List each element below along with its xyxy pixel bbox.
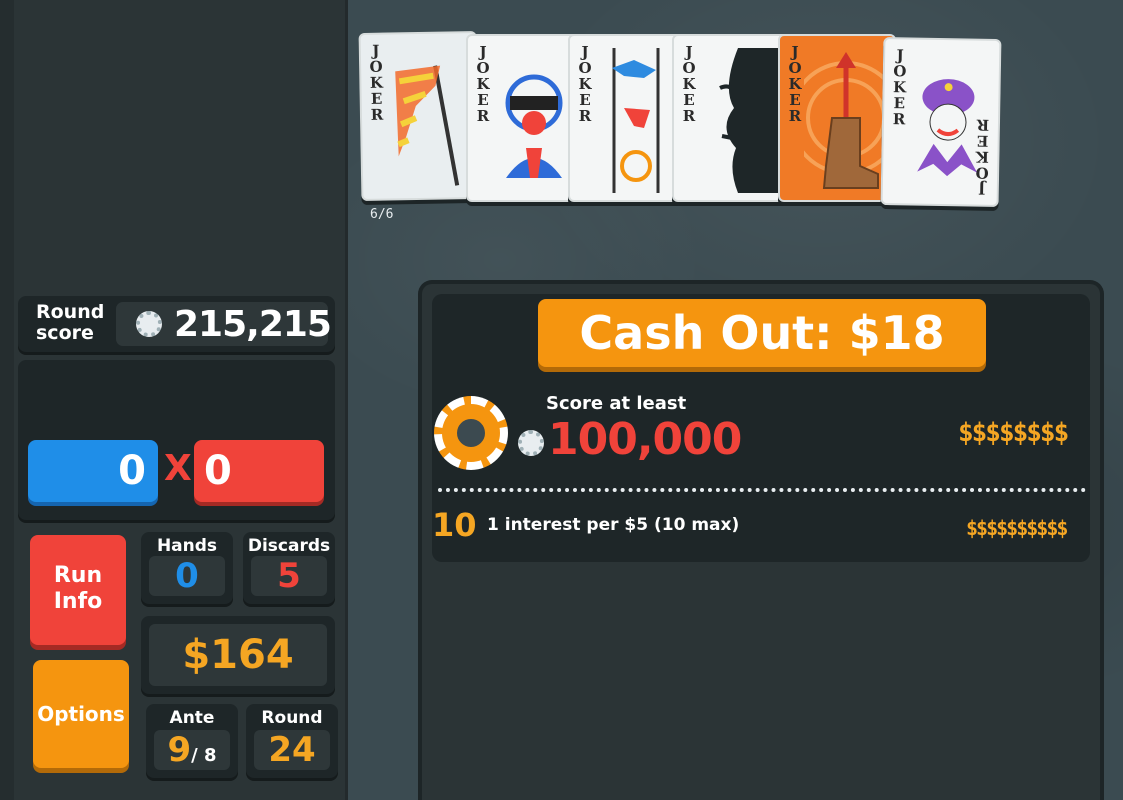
target-score-value: 100,000 [548,414,742,465]
chip-icon [518,430,544,456]
joker-card-windsock[interactable]: JOKER [358,30,480,202]
discards-panel: Discards 5 [243,532,335,604]
blind-emblem-icon [454,416,488,450]
cash-out-button[interactable]: Cash Out: $18 [538,299,986,367]
hands-panel: Hands 0 [141,532,233,604]
round-score-value-box: 215,215 [116,302,332,346]
options-button[interactable]: Options [33,660,129,768]
joker-slot-count: 6/6 [370,207,394,222]
boot-icon [804,52,884,189]
joker-label: JOKER [788,43,802,125]
ante-value-box: 9/ 8 [154,730,230,770]
money-value: $164 [149,624,327,686]
blind-reward: $$$$$$$$ [958,418,1069,448]
round-value: 24 [254,730,330,770]
blind-chip-icon [434,396,508,470]
ante-label: Ante [169,708,215,728]
mult-value: 0 [194,440,324,502]
joker-card-stuntman[interactable]: JOKER [466,34,584,202]
round-score-label: Round score [36,301,105,344]
hands-value: 0 [149,556,225,596]
multiply-icon: X [164,448,192,489]
joker-card-fortune-teller[interactable]: JOKER JOKER [880,36,1002,208]
discards-value: 5 [251,556,327,596]
round-score-panel: Round score 215,215 [18,296,335,352]
round-label: Round [261,708,323,728]
joker-row: JOKER JOKER JOKER JOKER JOKER JOKER JOKE… [358,30,1010,210]
joker-card-acrobat[interactable]: JOKER [568,34,686,202]
windsock-icon [395,65,460,186]
hands-label: Hands [156,536,218,556]
round-panel: Round 24 [246,704,338,778]
ante-value: 9 [167,730,192,770]
stuntman-icon [505,74,563,178]
score-at-least-label: Score at least [546,393,687,414]
money-panel: $164 [141,616,335,694]
interest-description: 1 interest per $5 (10 max) [487,515,740,535]
discards-label: Discards [247,536,331,556]
shadow-face-icon [719,48,778,193]
ante-max: / 8 [191,745,217,766]
divider [438,488,1086,492]
chip-icon [136,311,162,337]
joker-label: JOKER [578,43,592,125]
joker-card-shadow-face[interactable]: JOKER [672,34,790,202]
chips-value: 0 [28,440,158,502]
hand-score-panel: 0 X 0 [18,360,335,520]
round-score-value: 215,215 [174,304,332,345]
joker-label: JOKER [892,46,907,129]
joker-label: JOKER [369,41,384,124]
joker-label: JOKER [476,43,490,125]
interest-reward: $$$$$$$$$$ [966,516,1068,540]
fortune-teller-icon [917,79,978,177]
joker-card-cowboy-boot[interactable]: JOKER [778,34,896,202]
sidebar-stripe [0,0,14,800]
joker-label: JOKER [682,43,696,125]
run-info-button[interactable]: Run Info [30,535,126,645]
ante-panel: Ante 9/ 8 [146,704,238,778]
interest-amount: 10 [432,506,477,544]
acrobat-icon [612,48,660,193]
